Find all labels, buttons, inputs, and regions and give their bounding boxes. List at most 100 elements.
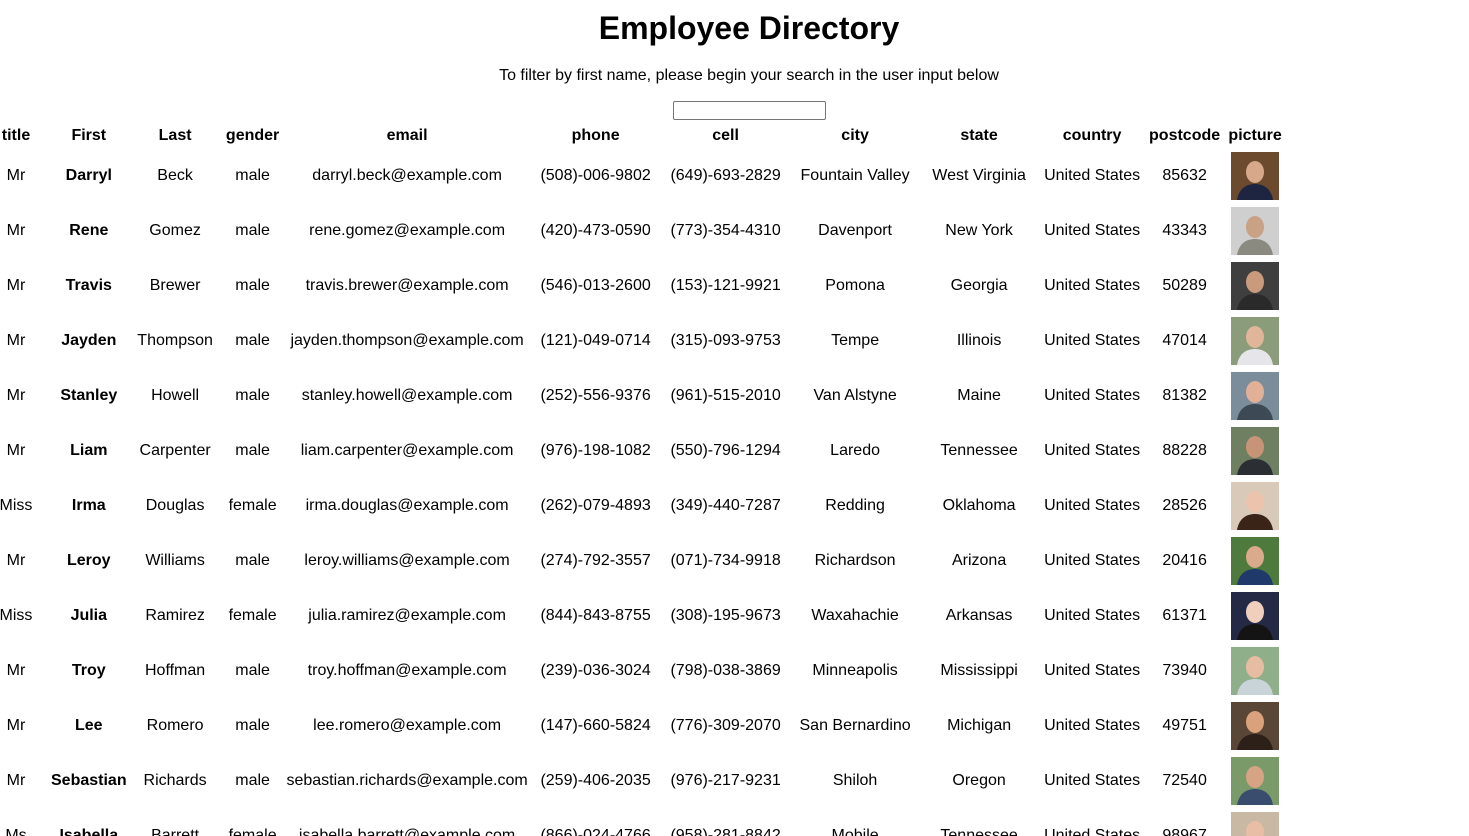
cell-last: Gomez [149, 221, 201, 239]
first-name-search-input[interactable] [673, 101, 826, 120]
cell-state: Oregon [952, 771, 1006, 789]
avatar [1231, 481, 1280, 530]
cell-postcode: 28526 [1162, 496, 1207, 514]
cell-title: Mr [6, 221, 26, 239]
cell-picture [1225, 479, 1286, 532]
cell-title: Mr [6, 771, 26, 789]
cell-gender: male [235, 386, 270, 404]
cell-postcode: 81382 [1162, 386, 1207, 404]
table-row: Mr Lee Romero male lee.romero@example.com (14… [0, 699, 1286, 752]
cell-postcode: 88228 [1162, 441, 1207, 459]
cell-country: United States [1044, 221, 1141, 239]
cell-country: United States [1044, 716, 1141, 734]
cell-gender: male [235, 331, 270, 349]
cell-picture [1225, 589, 1286, 642]
cell-phone: (252)-556-9376 [540, 386, 651, 404]
cell-email: stanley.howell@example.com [301, 386, 513, 404]
table-header-row: title First Last gender email phone cell… [0, 125, 1286, 147]
avatar [1231, 206, 1280, 255]
cell-city: Van Alstyne [813, 386, 897, 404]
cell-title: Mr [6, 716, 26, 734]
cell-title: Mr [6, 551, 26, 569]
avatar [1231, 701, 1280, 750]
cell-picture [1225, 204, 1286, 257]
column-header-first[interactable]: First [50, 125, 128, 147]
cell-city: San Bernardino [799, 716, 911, 734]
table-row: Mr Stanley Howell male stanley.howell@exampl… [0, 369, 1286, 422]
avatar [1231, 426, 1280, 475]
cell-country: United States [1044, 771, 1141, 789]
cell-gender: male [235, 276, 270, 294]
employee-directory-page: Employee Directory To filter by first na… [0, 0, 1469, 836]
cell-state: Arkansas [945, 606, 1013, 624]
cell-last: Richards [143, 771, 207, 789]
column-header-email[interactable]: email [285, 125, 530, 147]
column-header-gender[interactable]: gender [223, 125, 283, 147]
table-row: Mr Leroy Williams male leroy.williams@exampl… [0, 534, 1286, 587]
column-header-postcode[interactable]: postcode [1147, 125, 1223, 147]
cell-country: United States [1044, 661, 1141, 679]
cell-state: Tennessee [940, 441, 1018, 459]
table-row: Mr Rene Gomez male rene.gomez@example.com (42… [0, 204, 1286, 257]
cell-first: Leroy [67, 551, 111, 569]
cell-phone: (262)-079-4893 [540, 496, 651, 514]
cell-city: Fountain Valley [800, 166, 910, 184]
cell-phone: (121)-049-0714 [540, 331, 651, 349]
cell-first: Lee [75, 716, 103, 734]
cell-picture [1225, 534, 1286, 587]
cell-cell: (071)-734-9918 [670, 551, 781, 569]
column-header-country[interactable]: country [1040, 125, 1145, 147]
cell-cell: (773)-354-4310 [670, 221, 781, 239]
table-row: Ms Isabella Barrett female isabella.barrett@… [0, 809, 1286, 836]
cell-phone: (259)-406-2035 [540, 771, 651, 789]
table-row: Mr Travis Brewer male travis.brewer@example.… [0, 259, 1286, 312]
cell-email: leroy.williams@example.com [304, 551, 510, 569]
cell-email: darryl.beck@example.com [312, 166, 502, 184]
cell-country: United States [1044, 166, 1141, 184]
column-header-city[interactable]: city [792, 125, 919, 147]
employee-table: title First Last gender email phone cell… [0, 123, 1288, 836]
cell-first: Jayden [61, 331, 117, 349]
cell-cell: (958)-281-8842 [670, 826, 781, 836]
cell-gender: male [235, 166, 270, 184]
cell-postcode: 20416 [1162, 551, 1207, 569]
cell-title: Mr [6, 661, 26, 679]
avatar [1231, 316, 1280, 365]
cell-gender: female [228, 826, 277, 836]
cell-picture [1225, 754, 1286, 807]
column-header-last[interactable]: Last [130, 125, 221, 147]
cell-postcode: 50289 [1162, 276, 1207, 294]
column-header-state[interactable]: state [921, 125, 1038, 147]
avatar [1231, 646, 1280, 695]
cell-last: Hoffman [145, 661, 206, 679]
cell-country: United States [1044, 331, 1141, 349]
column-header-phone[interactable]: phone [532, 125, 660, 147]
cell-email: travis.brewer@example.com [305, 276, 509, 294]
cell-last: Thompson [137, 331, 213, 349]
column-header-picture[interactable]: picture [1225, 125, 1286, 147]
cell-first: Travis [65, 276, 112, 294]
filter-instructions: To filter by first name, please begin yo… [499, 67, 999, 84]
cell-state: Tennessee [940, 826, 1018, 836]
cell-phone: (239)-036-3024 [540, 661, 651, 679]
cell-phone: (546)-013-2600 [540, 276, 651, 294]
cell-cell: (308)-195-9673 [670, 606, 781, 624]
avatar [1231, 811, 1280, 836]
cell-city: Richardson [814, 551, 896, 569]
cell-cell: (649)-693-2829 [670, 166, 781, 184]
cell-title: Miss [0, 496, 33, 514]
cell-first: Rene [69, 221, 109, 239]
cell-title: Ms [5, 826, 27, 836]
column-header-title[interactable]: title [0, 125, 48, 147]
cell-first: Sebastian [51, 771, 127, 789]
cell-email: liam.carpenter@example.com [300, 441, 514, 459]
cell-city: Waxahachie [811, 606, 899, 624]
cell-cell: (550)-796-1294 [670, 441, 781, 459]
avatar [1231, 536, 1280, 585]
column-header-cell[interactable]: cell [662, 125, 790, 147]
cell-postcode: 49751 [1162, 716, 1207, 734]
cell-last: Douglas [145, 496, 205, 514]
cell-city: Minneapolis [812, 661, 898, 679]
cell-phone: (844)-843-8755 [540, 606, 651, 624]
cell-first: Julia [70, 606, 108, 624]
